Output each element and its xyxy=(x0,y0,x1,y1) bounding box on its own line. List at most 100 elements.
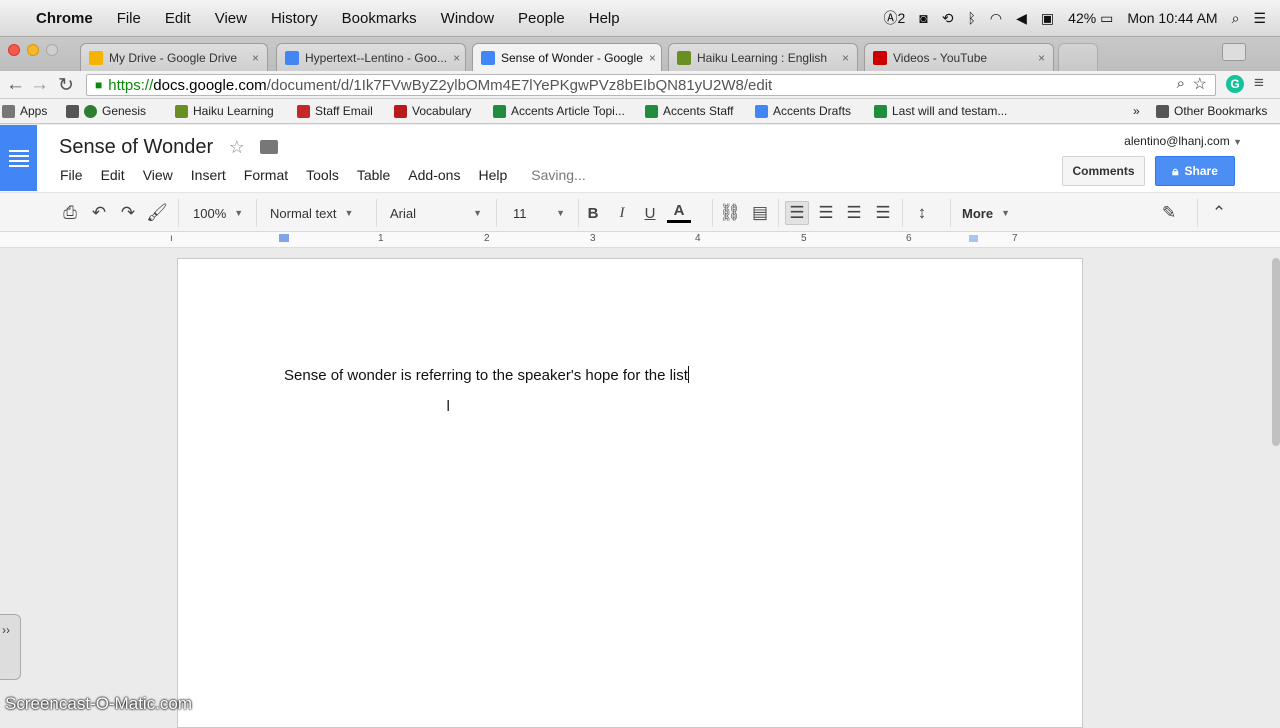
star-icon[interactable]: ☆ xyxy=(229,137,245,157)
grammarly-extension-icon[interactable]: G xyxy=(1226,75,1244,93)
bookmark-accents-drafts[interactable]: Accents Drafts xyxy=(755,104,851,118)
align-center-icon[interactable]: ☰ xyxy=(814,201,838,225)
menu-history[interactable]: History xyxy=(259,10,330,27)
time-machine-icon[interactable]: ⟲ xyxy=(942,10,954,27)
link-icon[interactable]: ⛓︎ xyxy=(718,201,742,225)
screencast-status-icon[interactable]: ◙ xyxy=(919,10,927,26)
other-bookmarks[interactable]: Other Bookmarks xyxy=(1156,104,1267,118)
redo-icon[interactable]: ↷ xyxy=(116,201,140,225)
tab-sense-of-wonder[interactable]: Sense of Wonder - Google × xyxy=(472,43,662,71)
bookmark-haiku[interactable]: Haiku Learning xyxy=(175,104,274,118)
reload-icon[interactable]: ↻ xyxy=(58,74,74,97)
ruler-left-margin[interactable]: ı xyxy=(170,233,173,244)
bookmark-staff-email[interactable]: Staff Email xyxy=(297,104,373,118)
close-tab-icon[interactable]: × xyxy=(842,51,849,65)
close-tab-icon[interactable]: × xyxy=(252,51,259,65)
menu-file[interactable]: File xyxy=(105,10,153,27)
tab-youtube[interactable]: Videos - YouTube × xyxy=(864,43,1054,71)
align-right-icon[interactable]: ☰ xyxy=(842,201,866,225)
bookmark-last-will[interactable]: Last will and testam... xyxy=(874,104,1007,118)
docs-menu-file[interactable]: File xyxy=(60,167,83,183)
address-bar[interactable]: ■ https://docs.google.com/document/d/1Ik… xyxy=(86,74,1216,96)
document-title[interactable]: Sense of Wonder ☆ xyxy=(59,136,279,159)
zoom-select[interactable]: 100% ▼ xyxy=(193,201,243,225)
document-page[interactable]: Sense of wonder is referring to the spea… xyxy=(177,258,1083,728)
right-indent-marker-icon[interactable] xyxy=(969,235,978,242)
menu-window[interactable]: Window xyxy=(429,10,506,27)
menu-edit[interactable]: Edit xyxy=(153,10,203,27)
docs-menu-tools[interactable]: Tools xyxy=(306,167,339,183)
battery-status[interactable]: 42% ▭ xyxy=(1068,10,1113,27)
tab-my-drive[interactable]: My Drive - Google Drive × xyxy=(80,43,268,71)
minimize-window-icon[interactable] xyxy=(27,44,39,56)
volume-icon[interactable]: ◀ xyxy=(1016,10,1027,27)
bookmark-genesis[interactable]: Genesis xyxy=(66,104,146,118)
bookmark-star-icon[interactable]: ☆ xyxy=(1193,74,1207,94)
tab-hypertext[interactable]: Hypertext--Lentino - Goo... × xyxy=(276,43,466,71)
bookmark-accents-staff[interactable]: Accents Staff xyxy=(645,104,733,118)
tab-haiku-learning[interactable]: Haiku Learning : English × xyxy=(668,43,858,71)
notification-center-icon[interactable]: ☰ xyxy=(1253,10,1266,27)
print-icon[interactable]: ⎙ xyxy=(58,201,82,225)
docs-menu-format[interactable]: Format xyxy=(244,167,288,183)
close-window-icon[interactable] xyxy=(8,44,20,56)
menu-bookmarks[interactable]: Bookmarks xyxy=(330,10,429,27)
bookmark-apps[interactable]: Apps xyxy=(2,104,47,118)
menu-help[interactable]: Help xyxy=(577,10,632,27)
adobe-status-icon[interactable]: Ⓐ2 xyxy=(884,8,906,28)
italic-icon[interactable]: I xyxy=(610,201,634,225)
vertical-scrollbar[interactable] xyxy=(1270,248,1280,720)
keyboard-icon[interactable]: ▣ xyxy=(1041,10,1054,27)
zoom-window-icon[interactable] xyxy=(46,44,58,56)
chrome-menu-icon[interactable]: ≡ xyxy=(1254,73,1264,93)
comments-button[interactable]: Comments xyxy=(1062,156,1145,186)
indent-marker-icon[interactable] xyxy=(279,234,289,242)
docs-menu-view[interactable]: View xyxy=(143,167,173,183)
justify-icon[interactable]: ☰ xyxy=(871,201,895,225)
line-spacing-icon[interactable]: ↕ xyxy=(910,201,934,225)
close-tab-icon[interactable]: × xyxy=(1038,51,1045,65)
new-tab-button[interactable] xyxy=(1058,43,1098,71)
docs-menu-addons[interactable]: Add-ons xyxy=(408,167,460,183)
screencast-side-handle-icon[interactable]: ›› xyxy=(0,614,21,680)
menu-view[interactable]: View xyxy=(203,10,259,27)
comment-icon[interactable]: ▤ xyxy=(748,201,772,225)
scrollbar-thumb[interactable] xyxy=(1272,258,1280,446)
bookmark-vocabulary[interactable]: Vocabulary xyxy=(394,104,471,118)
font-select[interactable]: Arial ▼ xyxy=(390,201,482,225)
align-left-icon[interactable]: ☰ xyxy=(785,201,809,225)
docs-home-icon[interactable] xyxy=(0,125,37,191)
zoom-magnifier-icon[interactable]: ⌕ xyxy=(1177,75,1185,92)
text-color-icon[interactable]: A xyxy=(667,201,691,223)
underline-icon[interactable]: U xyxy=(638,201,662,225)
wifi-icon[interactable]: ◠ xyxy=(990,10,1002,27)
app-menu-chrome[interactable]: Chrome xyxy=(24,10,105,27)
bookmark-accents-article[interactable]: Accents Article Topi... xyxy=(493,104,625,118)
bookmarks-overflow-button[interactable]: » xyxy=(1133,104,1140,118)
profile-icon[interactable] xyxy=(1222,43,1246,61)
paragraph-style-select[interactable]: Normal text ▼ xyxy=(270,201,353,225)
menu-people[interactable]: People xyxy=(506,10,577,27)
editing-mode-pencil-icon[interactable]: ✎ xyxy=(1157,201,1181,225)
font-size-select[interactable]: 11 ▼ xyxy=(513,201,565,225)
paint-format-icon[interactable]: 🖌︎ xyxy=(145,201,169,225)
document-body-text[interactable]: Sense of wonder is referring to the spea… xyxy=(284,366,689,384)
docs-menu-table[interactable]: Table xyxy=(357,167,390,183)
docs-menu-help[interactable]: Help xyxy=(478,167,507,183)
close-tab-icon[interactable]: × xyxy=(453,51,460,65)
docs-menu-edit[interactable]: Edit xyxy=(101,167,125,183)
share-button[interactable]: 🔒︎ Share xyxy=(1155,156,1235,186)
account-switcher[interactable]: alentino@lhanj.com ▼ xyxy=(1124,134,1242,148)
more-button[interactable]: More ▼ xyxy=(962,201,1010,225)
docs-menu-insert[interactable]: Insert xyxy=(191,167,226,183)
forward-icon[interactable]: → xyxy=(30,74,49,96)
spotlight-search-icon[interactable]: ⌕ xyxy=(1232,10,1240,27)
back-icon[interactable]: ← xyxy=(6,74,25,96)
bold-icon[interactable]: B xyxy=(581,201,605,225)
clock[interactable]: Mon 10:44 AM xyxy=(1127,10,1217,26)
undo-icon[interactable]: ↶ xyxy=(87,201,111,225)
bluetooth-icon[interactable]: ᛒ xyxy=(968,10,976,26)
close-tab-icon[interactable]: × xyxy=(649,51,656,65)
collapse-menus-icon[interactable]: ⌃ xyxy=(1207,201,1231,225)
folder-icon[interactable] xyxy=(260,140,279,154)
